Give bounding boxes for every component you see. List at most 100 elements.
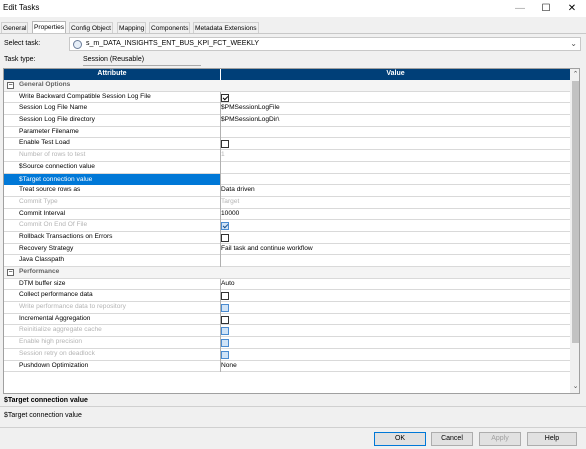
property-row[interactable]: $Source connection value [4, 161, 570, 174]
checkbox[interactable] [221, 304, 229, 313]
property-row[interactable]: Treat source rows as Data driven [4, 185, 570, 197]
scroll-up-icon[interactable]: ⌃ [570, 70, 579, 80]
group-label: General Options [19, 81, 71, 88]
task-type-label: Task type: [4, 56, 36, 63]
value-cell[interactable]: 1 [221, 151, 566, 158]
property-row[interactable]: Reinitialize aggregate cache [4, 325, 570, 338]
checkbox[interactable] [221, 339, 229, 348]
checkbox[interactable] [221, 222, 229, 231]
properties-grid: Attribute Value − General Options Write Ba… [3, 68, 580, 394]
footer-divider [0, 427, 586, 428]
property-row[interactable]: $Target connection value [4, 173, 570, 186]
select-task-dropdown[interactable]: s_m_DATA_INSIGHTS_ENT_BUS_KPI_FCT_WEEKLY… [69, 37, 581, 51]
property-row[interactable]: Rollback Transactions on Errors [4, 231, 570, 244]
value-cell[interactable]: 10000 [221, 210, 566, 217]
value-checkbox-cell[interactable] [221, 315, 566, 325]
value-checkbox-cell[interactable] [221, 233, 566, 243]
attribute-cell: Commit Type [19, 197, 58, 205]
window-title: Edit Tasks [3, 3, 40, 12]
value-cell[interactable]: Auto [221, 280, 566, 287]
select-task-label: Select task: [4, 40, 41, 47]
value-cell[interactable]: Fail task and continue workflow [221, 245, 566, 252]
attribute-cell: Recovery Strategy [19, 244, 74, 252]
value-checkbox-cell[interactable] [221, 303, 566, 313]
attribute-cell: Number of rows to test [19, 151, 86, 159]
scroll-thumb[interactable] [572, 81, 579, 343]
group-label: Performance [19, 268, 60, 275]
value-checkbox-cell[interactable] [221, 139, 566, 149]
attribute-cell: Treat source rows as [19, 186, 81, 194]
attribute-cell: Parameter Filename [19, 127, 79, 135]
property-row[interactable]: Pushdown Optimization None [4, 360, 570, 373]
property-row[interactable]: Enable Test Load [4, 138, 570, 151]
minimize-icon[interactable]: — [508, 0, 532, 17]
attribute-cell: $Source connection value [19, 162, 95, 170]
value-cell[interactable]: $PMSessionLogFile [221, 104, 566, 111]
property-row[interactable]: Java Classpath [4, 255, 570, 267]
attribute-cell: Reinitialize aggregate cache [19, 326, 102, 334]
attribute-cell: $Target connection value [4, 173, 220, 185]
checkbox[interactable] [221, 315, 229, 324]
attribute-cell: Incremental Aggregation [19, 314, 91, 322]
checkbox[interactable] [221, 140, 229, 149]
attribute-cell: Session Log File Name [19, 104, 88, 112]
group-row[interactable]: − Performance [4, 267, 570, 279]
checkbox[interactable] [221, 93, 229, 102]
property-row[interactable]: Enable high precision [4, 337, 570, 349]
task-type-value: Session (Reusable) [83, 56, 201, 66]
value-checkbox-cell[interactable] [221, 326, 566, 336]
select-task-value: s_m_DATA_INSIGHTS_ENT_BUS_KPI_FCT_WEEKLY [86, 40, 260, 47]
help-button[interactable]: Help [527, 432, 577, 446]
value-column-header: Value [386, 70, 405, 77]
property-row[interactable]: DTM buffer size Auto [4, 278, 570, 291]
property-row[interactable]: Commit Type Target [4, 196, 570, 209]
property-row[interactable]: Session retry on deadlock [4, 348, 570, 361]
scroll-down-icon[interactable]: ⌄ [570, 382, 579, 392]
checkbox[interactable] [221, 233, 229, 242]
value-checkbox-cell[interactable] [221, 221, 566, 231]
chevron-down-icon[interactable]: ⌄ [570, 39, 577, 48]
property-row[interactable]: Write performance data to repository [4, 302, 570, 314]
attribute-cell: DTM buffer size [19, 279, 66, 287]
ok-button[interactable]: OK [374, 432, 426, 446]
value-cell[interactable]: None [221, 362, 566, 369]
close-icon[interactable]: ✕ [560, 0, 584, 17]
value-cell[interactable]: Target [221, 198, 566, 205]
value-cell[interactable]: Data driven [221, 186, 566, 193]
title-bar: Edit Tasks — ☐ ✕ [0, 0, 586, 17]
collapse-icon[interactable]: − [7, 82, 14, 89]
property-row[interactable]: Number of rows to test 1 [4, 150, 570, 162]
maximize-icon[interactable]: ☐ [534, 0, 558, 17]
session-task-icon [73, 40, 82, 49]
property-row[interactable]: Collect performance data [4, 290, 570, 303]
description-divider [0, 406, 586, 407]
value-checkbox-cell[interactable] [221, 350, 566, 360]
description-text: $Target connection value [4, 412, 82, 419]
attribute-cell: Write performance data to repository [19, 303, 126, 311]
value-checkbox-cell[interactable] [221, 93, 566, 103]
attribute-column-header: Attribute [97, 70, 127, 77]
checkbox[interactable] [221, 350, 229, 359]
vertical-scrollbar[interactable]: ⌃ ⌄ [570, 69, 579, 393]
property-row[interactable]: Parameter Filename [4, 126, 570, 139]
value-cell[interactable]: $PMSessionLogDir\ [221, 116, 566, 123]
collapse-icon[interactable]: − [7, 269, 14, 276]
cancel-button[interactable]: Cancel [431, 432, 473, 446]
attribute-cell: Session Log File directory [19, 116, 95, 124]
apply-button[interactable]: Apply [479, 432, 521, 446]
property-row[interactable]: Commit Interval 10000 [4, 208, 570, 221]
checkbox[interactable] [221, 327, 229, 336]
property-row[interactable]: Write Backward Compatible Session Log Fi… [4, 91, 570, 104]
grid-rows: − General Options Write Backward Compatibl… [4, 80, 570, 373]
property-row[interactable]: Session Log File directory $PMSessionLogD… [4, 115, 570, 127]
property-row[interactable]: Session Log File Name $PMSessionLogFile [4, 103, 570, 116]
value-checkbox-cell[interactable] [221, 338, 566, 348]
value-checkbox-cell[interactable] [221, 291, 566, 301]
tab-divider [0, 33, 586, 34]
checkbox[interactable] [221, 292, 229, 301]
property-row[interactable]: Recovery Strategy Fail task and continue … [4, 243, 570, 256]
property-row[interactable]: Commit On End Of File [4, 220, 570, 232]
group-row[interactable]: − General Options [4, 80, 570, 92]
description-title: $Target connection value [4, 397, 88, 404]
property-row[interactable]: Incremental Aggregation [4, 313, 570, 326]
